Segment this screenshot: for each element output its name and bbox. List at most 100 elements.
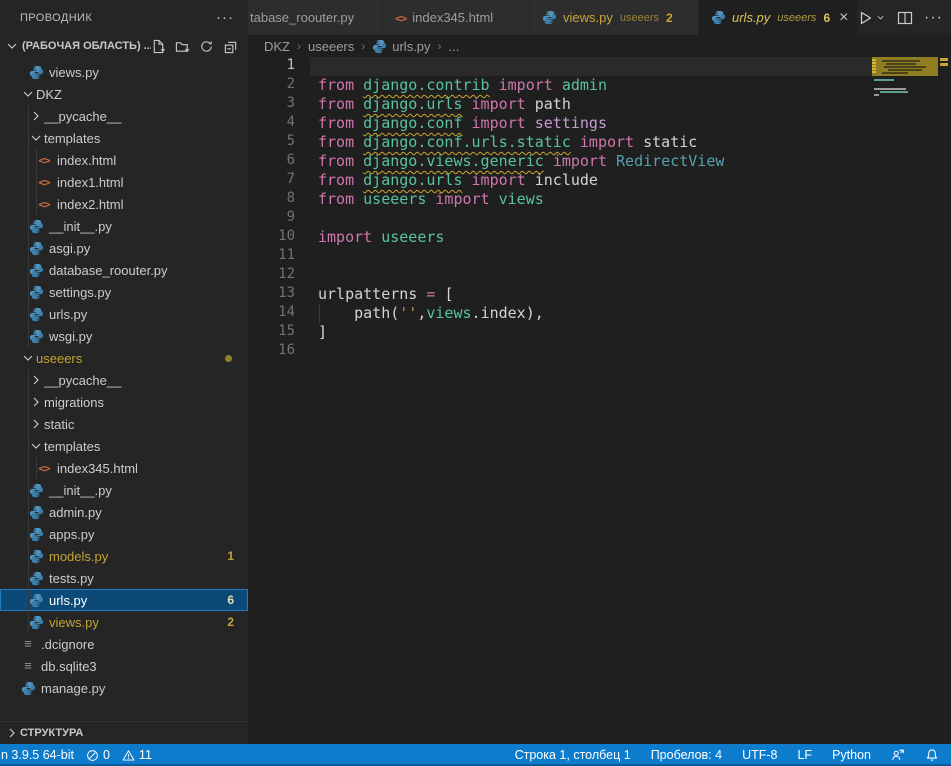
tree-item--init-.py[interactable]: __init__.py [0,215,248,237]
tree-item-templates[interactable]: templates [0,435,248,457]
code-editor[interactable]: 12from django.contrib import admin3from … [248,57,951,744]
line-number[interactable]: 2 [248,76,295,92]
breadcrumb-label: ... [449,39,460,54]
chevron-down-icon [28,130,44,146]
line-number[interactable]: 9 [248,209,295,225]
python-file-icon [372,39,387,54]
tree-item-label: urls.py [49,593,87,608]
python-file-icon [28,65,44,80]
tab-tabase-roouter.py[interactable]: tabase_roouter.py [248,0,382,35]
tree-item-wsgi.py[interactable]: wsgi.py [0,325,248,347]
status-item[interactable]: UTF-8 [742,748,777,762]
tree-item-templates[interactable]: templates [0,127,248,149]
outline-section-header[interactable]: СТРУКТУРА [0,721,248,744]
new-file-icon[interactable] [151,39,166,54]
tree-item--pycache-[interactable]: __pycache__ [0,369,248,391]
tree-item-migrations[interactable]: migrations [0,391,248,413]
status-item[interactable]: Пробелов: 4 [651,748,722,762]
tree-item-index.html[interactable]: <>index.html [0,149,248,171]
python-file-icon [28,483,44,498]
line-number[interactable]: 13 [248,285,295,301]
minimap[interactable] [872,57,938,197]
tree-item-label: wsgi.py [49,329,92,344]
chevron-right-icon [28,416,44,432]
tree-item-models.py[interactable]: models.py1 [0,545,248,567]
tab-index345.html[interactable]: <>index345.html [383,0,529,35]
chevron-down-icon[interactable] [875,12,886,23]
tree-item-settings.py[interactable]: settings.py [0,281,248,303]
file-icon: ≡ [20,639,36,649]
breadcrumb-item-...[interactable]: ... [449,39,460,54]
run-icon[interactable] [857,10,873,26]
explorer-sidebar: ПРОВОДНИК ··· (РАБОЧАЯ ОБЛАСТЬ) ... view… [0,0,248,744]
line-number[interactable]: 5 [248,133,295,149]
tab-urls.py[interactable]: urls.pyuseeers6× [699,0,857,35]
tree-item-useeers[interactable]: useeers [0,347,248,369]
breadcrumb-separator: › [438,39,442,53]
explorer-more-icon[interactable]: ··· [216,9,234,26]
workspace-label: (РАБОЧАЯ ОБЛАСТЬ) ... [22,40,151,52]
tree-item-apps.py[interactable]: apps.py [0,523,248,545]
tree-item-urls.py[interactable]: urls.py [0,303,248,325]
tree-item--init-.py[interactable]: __init__.py [0,479,248,501]
collapse-all-icon[interactable] [223,39,238,54]
line-number[interactable]: 1 [248,57,295,73]
tab-directory-hint: useeers [777,12,816,24]
tree-item-asgi.py[interactable]: asgi.py [0,237,248,259]
status-item-label: n 3.9.5 64-bit [1,748,74,762]
status-item[interactable]: LF [797,748,812,762]
tree-item-database-roouter.py[interactable]: database_roouter.py [0,259,248,281]
tree-item-.dcignore[interactable]: ≡.dcignore [0,633,248,655]
status-item-error[interactable]: 0 [86,748,110,762]
refresh-icon[interactable] [199,39,214,54]
tree-item-views.py[interactable]: views.py2 [0,611,248,633]
tree-item-admin.py[interactable]: admin.py [0,501,248,523]
status-item[interactable]: n 3.9.5 64-bit [1,748,74,762]
status-item[interactable]: Python [832,748,871,762]
line-number[interactable]: 3 [248,95,295,111]
status-item-feedback[interactable] [891,748,905,762]
python-file-icon [711,10,726,25]
line-number[interactable]: 14 [248,304,295,320]
new-folder-icon[interactable] [175,39,190,54]
line-number[interactable]: 11 [248,247,295,263]
workspace-section-header[interactable]: (РАБОЧАЯ ОБЛАСТЬ) ... [0,35,248,57]
tab-views.py[interactable]: views.pyuseeers2 [530,0,698,35]
tree-item-label: templates [44,439,100,454]
breadcrumb-item-useeers[interactable]: useeers [308,39,354,54]
tree-item-index2.html[interactable]: <>index2.html [0,193,248,215]
python-file-icon [28,263,44,278]
line-number[interactable]: 16 [248,342,295,358]
error-icon [86,749,99,762]
line-number[interactable]: 8 [248,190,295,206]
tree-item--pycache-[interactable]: __pycache__ [0,105,248,127]
tree-item-label: index.html [57,153,116,168]
more-actions-icon[interactable]: ··· [924,9,943,27]
python-file-icon [28,241,44,256]
split-editor-icon[interactable] [897,10,913,26]
tree-item-tests.py[interactable]: tests.py [0,567,248,589]
tree-item-index1.html[interactable]: <>index1.html [0,171,248,193]
line-number[interactable]: 10 [248,228,295,244]
line-number[interactable]: 4 [248,114,295,130]
breadcrumb-item-dkz[interactable]: DKZ [264,39,290,54]
tree-item-static[interactable]: static [0,413,248,435]
tree-item-label: __init__.py [49,219,112,234]
status-item-bell[interactable] [925,748,939,762]
line-number[interactable]: 15 [248,323,295,339]
tree-item-dkz[interactable]: DKZ [0,83,248,105]
tree-item-db.sqlite3[interactable]: ≡db.sqlite3 [0,655,248,677]
status-item-warning[interactable]: 11 [122,748,152,762]
line-number[interactable]: 12 [248,266,295,282]
tree-item-urls.py[interactable]: urls.py6 [0,589,248,611]
line-number[interactable]: 6 [248,152,295,168]
tree-item-views.py[interactable]: views.py [0,61,248,83]
breadcrumb-item-urls.py[interactable]: urls.py [372,39,430,54]
tree-item-label: urls.py [49,307,87,322]
line-number[interactable]: 7 [248,171,295,187]
current-line-highlight [310,57,872,76]
tree-item-manage.py[interactable]: manage.py [0,677,248,699]
tree-item-index345.html[interactable]: <>index345.html [0,457,248,479]
status-item[interactable]: Строка 1, столбец 1 [515,748,631,762]
close-icon[interactable]: × [839,11,848,25]
